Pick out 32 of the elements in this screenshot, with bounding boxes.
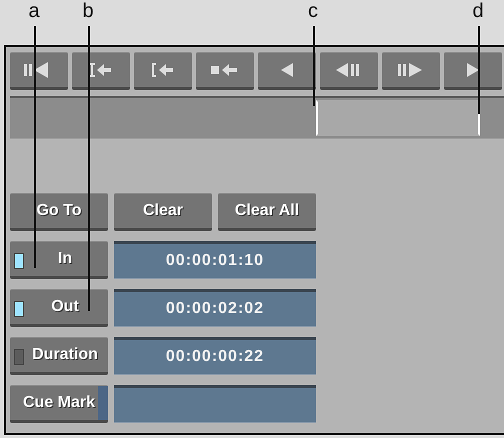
timecode-field[interactable]: 00:00:00:22	[114, 337, 316, 375]
transport-button[interactable]	[382, 52, 440, 90]
mark-button[interactable]: Duration	[10, 337, 108, 375]
transport-button[interactable]	[134, 52, 192, 90]
transport-button[interactable]	[444, 52, 502, 90]
mark-button[interactable]: Cue Mark	[10, 385, 108, 423]
timecode-field[interactable]: 00:00:02:02	[114, 289, 316, 327]
transport-button[interactable]	[10, 52, 68, 90]
action-button[interactable]: Go To	[10, 193, 108, 231]
timecode-field[interactable]	[114, 385, 316, 423]
callout-label: b	[81, 0, 95, 23]
action-button[interactable]: Clear	[114, 193, 212, 231]
play-icon	[465, 62, 481, 78]
step-back-icon	[336, 62, 362, 78]
transport-button[interactable]	[72, 52, 130, 90]
timecode-field[interactable]: 00:00:01:10	[114, 241, 316, 279]
callout-label: a	[27, 0, 41, 23]
callout-label: c	[307, 0, 319, 23]
go-to-in-icon	[89, 62, 113, 78]
indicator-strip	[98, 386, 108, 420]
go-to-mark-icon	[151, 62, 175, 78]
transport-button[interactable]	[320, 52, 378, 90]
mark-button[interactable]: Out	[10, 289, 108, 327]
action-button[interactable]: Clear All	[218, 193, 316, 231]
transport-button[interactable]	[196, 52, 254, 90]
timeline-bar[interactable]	[10, 96, 504, 139]
step-forward-icon	[398, 62, 424, 78]
transport-button[interactable]	[258, 52, 316, 90]
callout-label: d	[471, 0, 485, 23]
mark-button[interactable]: In	[10, 241, 108, 279]
play-reverse-icon	[279, 62, 295, 78]
stop-back-icon	[211, 62, 239, 78]
